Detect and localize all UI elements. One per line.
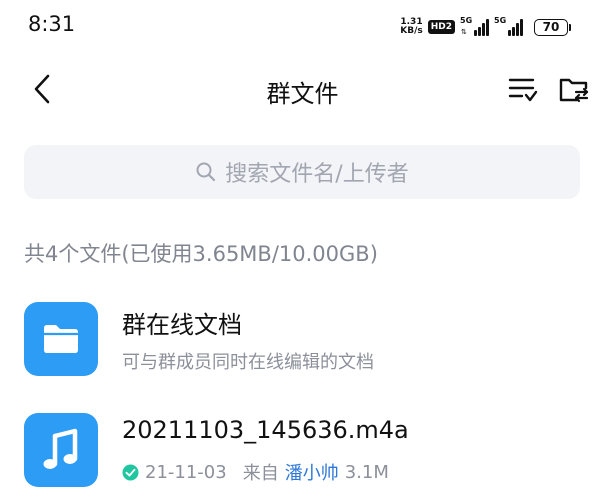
uploader-link[interactable]: 潘小帅 xyxy=(285,459,339,485)
search-placeholder: 搜索文件名/上传者 xyxy=(225,162,409,187)
battery-tip xyxy=(569,23,571,31)
network-speed-unit: KB/s xyxy=(400,26,423,36)
hd-badge: HD2 xyxy=(427,20,455,34)
sort-button[interactable] xyxy=(506,72,540,106)
file-date: 21-11-03 xyxy=(145,461,227,483)
battery-icon: 70 xyxy=(534,18,571,36)
file-count-summary: 共4个文件(已使用3.65MB/10.00GB) xyxy=(24,242,378,266)
file-name: 群在线文档 xyxy=(122,311,242,339)
status-time: 8:31 xyxy=(28,12,76,36)
folder-transfer-button[interactable] xyxy=(556,72,592,106)
signal-strength-2: 5G xyxy=(494,16,523,36)
signal-bar xyxy=(474,30,477,36)
list-item-online-docs[interactable]: 群在线文档 可与群成员同时在线编辑的文档 xyxy=(24,302,594,382)
status-indicators: 1.31 KB/s HD2 5G ⇅ 5G 70 xyxy=(400,16,571,38)
chevron-left-icon xyxy=(34,74,50,104)
file-meta: 21-11-03 来自 潘小帅 3.1M xyxy=(122,459,389,485)
top-app-bar: 群文件 xyxy=(0,60,605,118)
check-circle-icon xyxy=(122,464,139,481)
list-item-audio-file[interactable]: 20211103_145636.m4a 21-11-03 来自 潘小帅 3.1M xyxy=(24,413,594,493)
folder-transfer-icon xyxy=(559,78,589,103)
folder-icon xyxy=(44,325,78,353)
search-icon xyxy=(196,162,216,182)
signal-2-label: 5G xyxy=(494,16,507,25)
music-note-icon xyxy=(43,428,78,469)
signal-bar xyxy=(508,30,511,36)
file-name: 20211103_145636.m4a xyxy=(122,416,409,444)
file-subtitle: 可与群成员同时在线编辑的文档 xyxy=(122,348,374,374)
signal-strength-1: 5G ⇅ xyxy=(460,16,489,36)
signal-1-label: 5G xyxy=(460,16,473,25)
sort-list-icon xyxy=(508,78,538,102)
signal-bar xyxy=(512,27,515,36)
signal-bar xyxy=(486,19,489,36)
file-size: 3.1M xyxy=(344,461,389,483)
signal-bar xyxy=(516,23,519,36)
data-arrows-icon: ⇅ xyxy=(461,28,467,36)
from-label: 来自 xyxy=(242,463,279,484)
signal-bar xyxy=(482,23,485,36)
search-input[interactable]: 搜索文件名/上传者 xyxy=(24,145,580,199)
signal-bar xyxy=(520,19,523,36)
signal-bar xyxy=(478,27,481,36)
group-files-screen: 8:31 1.31 KB/s HD2 5G ⇅ 5G 70 群文件 搜索文件名/… xyxy=(0,0,605,500)
file-icon-container xyxy=(24,302,98,376)
file-description: 可与群成员同时在线编辑的文档 xyxy=(122,352,374,373)
file-icon-container xyxy=(24,413,98,487)
back-button[interactable] xyxy=(26,72,58,106)
battery-level: 70 xyxy=(534,18,568,36)
status-bar: 8:31 1.31 KB/s HD2 5G ⇅ 5G 70 xyxy=(0,0,605,50)
network-speed: 1.31 KB/s xyxy=(400,18,422,36)
